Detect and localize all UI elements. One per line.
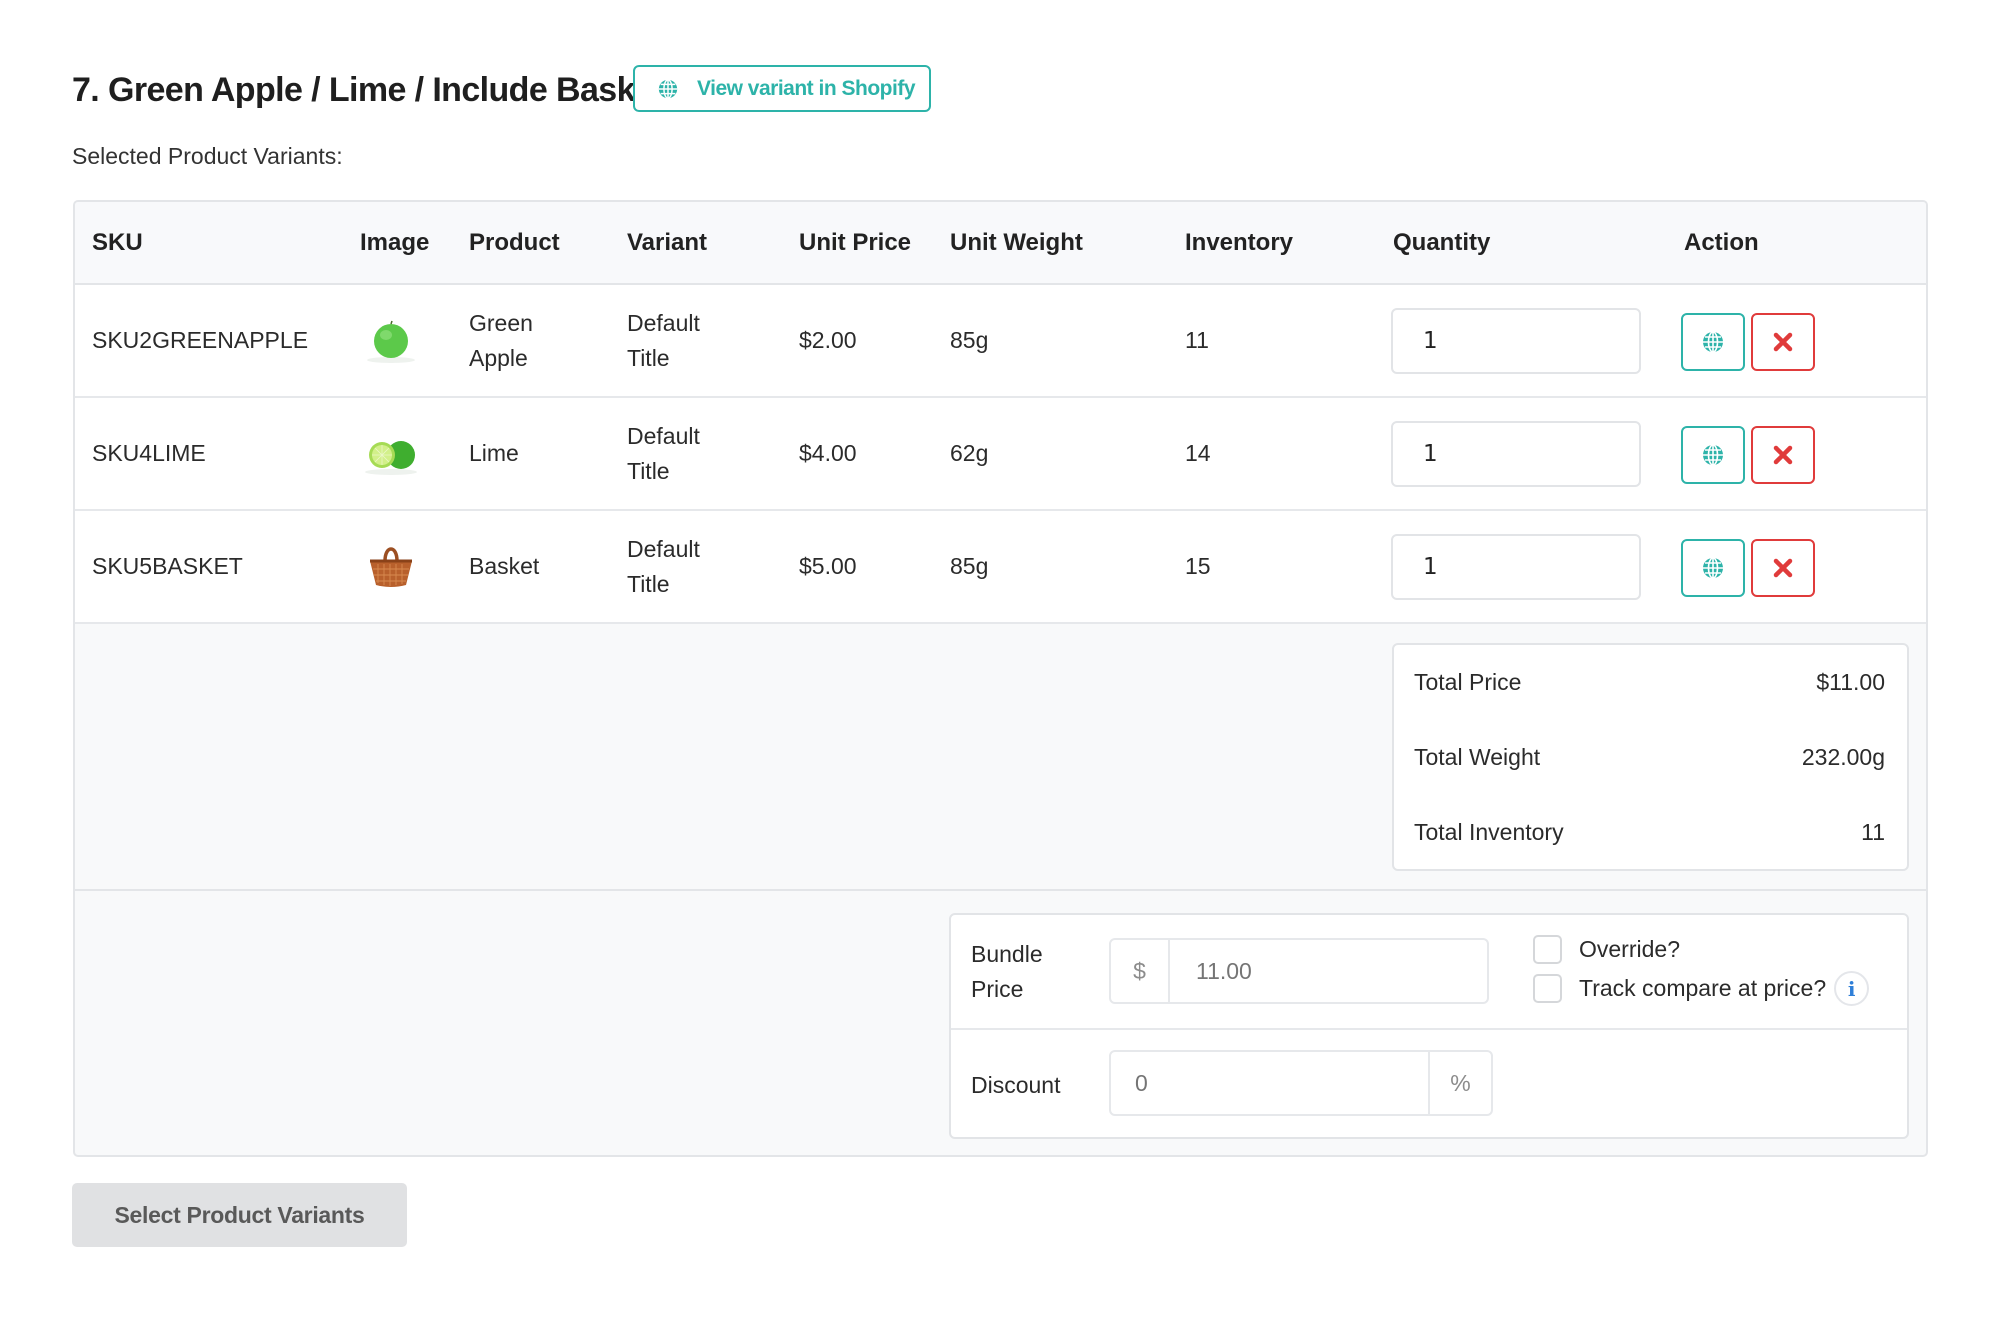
- bundle-price-row: Bundle Price $ Override? Track compare a…: [951, 915, 1907, 1030]
- bundle-title: 7. Green Apple / Lime / Include Basket: [72, 70, 665, 109]
- quantity-input[interactable]: [1391, 534, 1641, 600]
- column-header-variant: Variant: [627, 229, 708, 256]
- view-variant-row-button[interactable]: [1681, 426, 1745, 484]
- column-header-unit-weight: Unit Weight: [950, 229, 1083, 256]
- selected-variants-label: Selected Product Variants:: [72, 143, 343, 169]
- view-variant-in-shopify-button[interactable]: View variant in Shopify: [633, 65, 931, 112]
- track-compare-checkbox[interactable]: [1533, 974, 1562, 1003]
- column-header-sku: SKU: [92, 229, 143, 256]
- info-icon[interactable]: i: [1834, 971, 1870, 1006]
- quantity-input[interactable]: [1391, 308, 1641, 374]
- bundle-price-input-group: $: [1109, 938, 1489, 1004]
- unit-weight-cell: 85g: [950, 553, 989, 579]
- total-price-label: Total Price: [1414, 668, 1522, 695]
- lime-image: [365, 441, 417, 475]
- product-cell: Basket: [469, 553, 540, 579]
- green-apple-image: [367, 320, 415, 363]
- total-inventory-label: Total Inventory: [1414, 818, 1564, 845]
- inventory-cell: 14: [1185, 440, 1211, 466]
- total-inventory-row: Total Inventory 11: [1414, 812, 1885, 852]
- remove-variant-button[interactable]: [1751, 539, 1815, 597]
- override-checkbox[interactable]: [1533, 935, 1562, 964]
- close-icon: [1773, 558, 1793, 578]
- sku-cell: SKU5BASKET: [92, 553, 243, 579]
- bundle-price-label: Bundle Price: [971, 941, 1043, 1002]
- currency-addon: $: [1111, 940, 1170, 1002]
- sku-cell: SKU4LIME: [92, 440, 206, 466]
- close-icon: [1773, 332, 1793, 352]
- total-price-row: Total Price $11.00: [1414, 662, 1885, 702]
- column-header-product: Product: [469, 229, 560, 256]
- inventory-cell: 11: [1185, 327, 1209, 353]
- remove-variant-button[interactable]: [1751, 313, 1815, 371]
- variant-cell: Default Title: [627, 422, 700, 484]
- variant-cell: Default Title: [627, 535, 700, 597]
- basket-image: [370, 547, 412, 587]
- column-header-image: Image: [360, 229, 430, 256]
- view-variant-row-button[interactable]: [1681, 539, 1745, 597]
- table-header: SKU Image Product Variant Unit Price Uni…: [75, 202, 1926, 285]
- track-compare-option: Track compare at price? i: [1533, 971, 1870, 1006]
- unit-price-cell: $5.00: [799, 553, 857, 579]
- column-header-inventory: Inventory: [1185, 229, 1294, 256]
- totals-section: Total Price $11.00 Total Weight 232.00g …: [75, 623, 1926, 891]
- total-inventory-value: 11: [1861, 818, 1885, 845]
- view-variant-row-button[interactable]: [1681, 313, 1745, 371]
- percent-addon: %: [1428, 1052, 1491, 1114]
- discount-input[interactable]: [1111, 1052, 1428, 1114]
- column-header-unit-price: Unit Price: [799, 229, 912, 256]
- quantity-input[interactable]: [1391, 421, 1641, 487]
- totals-box: Total Price $11.00 Total Weight 232.00g …: [1392, 643, 1909, 871]
- globe-icon: [1703, 331, 1723, 353]
- inventory-cell: 15: [1185, 553, 1211, 579]
- table-row: SKU5BASKET Basket Default Title $5.00 85…: [75, 511, 1926, 624]
- bundle-price-input[interactable]: [1170, 940, 1480, 1002]
- unit-weight-cell: 62g: [950, 440, 989, 466]
- discount-label: Discount: [971, 1072, 1061, 1098]
- unit-price-cell: $2.00: [799, 327, 857, 353]
- view-variant-label: View variant in Shopify: [697, 76, 916, 100]
- remove-variant-button[interactable]: [1751, 426, 1815, 484]
- table-row: SKU2GREENAPPLE Green Apple Default Title…: [75, 285, 1926, 398]
- unit-price-cell: $4.00: [799, 440, 857, 466]
- column-header-action: Action: [1684, 229, 1759, 256]
- total-weight-row: Total Weight 232.00g: [1414, 737, 1885, 777]
- track-compare-label: Track compare at price?: [1579, 975, 1827, 1001]
- variants-table: SKU Image Product Variant Unit Price Uni…: [73, 200, 1928, 1157]
- product-cell: Green Apple: [469, 309, 533, 371]
- globe-icon: [1703, 557, 1723, 579]
- total-weight-value: 232.00g: [1801, 743, 1885, 770]
- close-icon: [1773, 445, 1793, 465]
- variant-cell: Default Title: [627, 309, 700, 371]
- section-heading: 7. Green Apple / Lime / Include Basket: [72, 68, 665, 112]
- table-row: SKU4LIME Lime Default Title $4.00 62g 14: [75, 398, 1926, 511]
- override-label: Override?: [1579, 936, 1680, 962]
- column-header-quantity: Quantity: [1393, 229, 1491, 256]
- globe-icon: [658, 78, 678, 99]
- select-product-variants-button[interactable]: Select Product Variants: [72, 1183, 407, 1247]
- total-weight-label: Total Weight: [1414, 743, 1541, 770]
- product-cell: Lime: [469, 440, 519, 466]
- unit-weight-cell: 85g: [950, 327, 989, 353]
- bundle-pricing-box: Bundle Price $ Override? Track compare a…: [949, 913, 1909, 1139]
- discount-input-group: %: [1109, 1050, 1493, 1116]
- override-option: Override?: [1533, 935, 1680, 964]
- total-price-value: $11.00: [1816, 668, 1885, 695]
- sku-cell: SKU2GREENAPPLE: [92, 327, 309, 353]
- globe-icon: [1703, 444, 1723, 466]
